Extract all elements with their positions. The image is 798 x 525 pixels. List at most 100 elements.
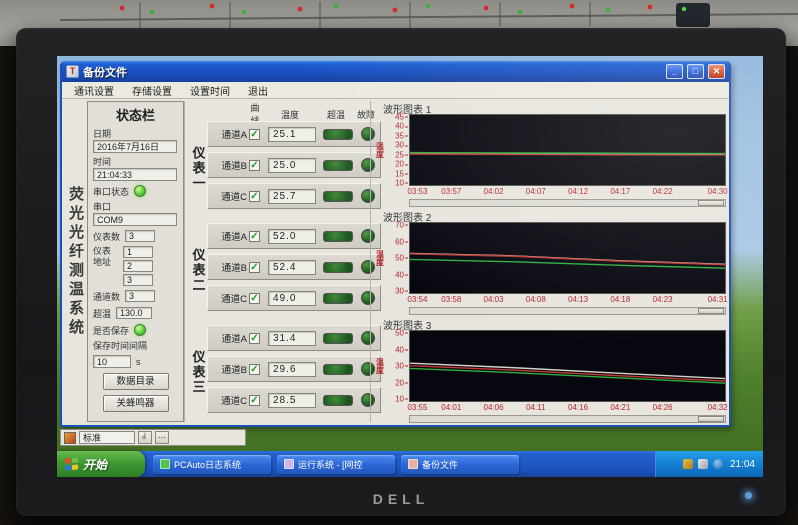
- curve-checkbox[interactable]: ✓: [249, 364, 260, 375]
- channel-row: 通道A✓25.1: [207, 121, 381, 147]
- chart-x-ticks: 03:5303:5704:0204:0704:1204:1704:2204:30: [409, 186, 726, 198]
- x-tick-label: 03:55: [407, 403, 427, 412]
- curve-checkbox[interactable]: ✓: [249, 231, 260, 242]
- chart-y-axis-label-text: 温度: [375, 142, 386, 158]
- taskbar-item-2[interactable]: 备份文件: [401, 455, 519, 474]
- system-vertical-title: 荧光光纤测温系统: [64, 101, 87, 422]
- chart-scrollbar-thumb[interactable]: [698, 200, 724, 206]
- font-selector[interactable]: 标准: [79, 431, 135, 444]
- status-panel-title: 状态栏: [93, 105, 178, 124]
- instrument-address-0[interactable]: 1: [123, 246, 153, 258]
- x-tick-label: 04:26: [653, 403, 673, 412]
- tray-network-icon[interactable]: [683, 459, 693, 469]
- chart-plot-area[interactable]: [409, 330, 726, 402]
- x-tick-label: 04:30: [708, 187, 728, 196]
- curve-checkbox[interactable]: ✓: [249, 191, 260, 202]
- x-tick-label: 03:53: [407, 187, 427, 196]
- series-通道C: [410, 259, 725, 268]
- maximize-button[interactable]: □: [687, 64, 704, 79]
- temperature-display: 25.1: [268, 127, 316, 142]
- charts-column: 波形图表 1温度101520253035404503:5303:5704:020…: [370, 101, 728, 422]
- taskbar-item-icon: [284, 459, 294, 469]
- x-tick-label: 04:17: [610, 187, 630, 196]
- distribute-button[interactable]: ⋯: [155, 431, 169, 444]
- overtemp-led: [323, 191, 353, 202]
- chart-y-axis-label: 温度: [375, 222, 385, 294]
- x-tick-label: 04:06: [484, 403, 504, 412]
- instrument-address-2[interactable]: 3: [123, 274, 153, 286]
- x-tick-label: 04:18: [610, 295, 630, 304]
- chart-plot-area[interactable]: [409, 222, 726, 294]
- windows-logo-icon: [65, 457, 78, 471]
- serial-port-select[interactable]: COM9: [93, 213, 177, 226]
- menu-item-3[interactable]: 退出: [240, 82, 276, 99]
- curve-checkbox[interactable]: ✓: [249, 262, 260, 273]
- chart-scrollbar[interactable]: [409, 199, 726, 207]
- curve-checkbox[interactable]: ✓: [249, 129, 260, 140]
- x-tick-label: 04:31: [708, 295, 728, 304]
- overtemp-setting-value[interactable]: 130.0: [116, 307, 152, 319]
- system-tray: 21:04: [655, 451, 763, 477]
- channel-rows: 通道A✓31.4通道B✓29.6通道C✓28.5: [207, 323, 381, 421]
- overtemp-led: [323, 262, 353, 273]
- monitor-power-led[interactable]: [745, 492, 752, 499]
- minimize-button[interactable]: _: [666, 64, 683, 79]
- chart-main: 温度1015202530354045: [375, 114, 726, 186]
- overtemp-led: [323, 333, 353, 344]
- taskbar-items: PCAuto日志系统 运行系统 - [网控 备份文件: [145, 451, 655, 477]
- chart-scrollbar-thumb[interactable]: [698, 416, 724, 422]
- tray-safety-icon[interactable]: [713, 459, 723, 469]
- x-tick-label: 04:22: [653, 187, 673, 196]
- chart-y-axis-label: 温度: [375, 114, 385, 186]
- tray-volume-icon[interactable]: [698, 459, 708, 469]
- chart-title: 波形图表 3: [375, 317, 726, 330]
- save-toggle-label: 是否保存: [93, 324, 129, 337]
- temperature-display: 52.4: [268, 260, 316, 275]
- x-tick-label: 03:58: [441, 295, 461, 304]
- chart-scrollbar[interactable]: [409, 415, 726, 423]
- channel-row: 通道B✓52.4: [207, 254, 381, 280]
- overtemp-led: [323, 129, 353, 140]
- channel-label: 通道B: [209, 362, 249, 376]
- x-tick-label: 04:08: [526, 295, 546, 304]
- window-titlebar[interactable]: T 备份文件 _ □ ✕: [62, 61, 729, 82]
- waveform-chart-1: 波形图表 1温度101520253035404503:5303:5704:020…: [375, 101, 726, 208]
- menu-item-0[interactable]: 通讯设置: [66, 82, 122, 99]
- taskbar-item-1[interactable]: 运行系统 - [网控: [277, 455, 395, 474]
- instrument-name-label: 仪表二: [189, 248, 208, 293]
- chart-scrollbar-thumb[interactable]: [698, 308, 724, 314]
- channel-label: 通道B: [209, 158, 249, 172]
- chart-plot-area[interactable]: [409, 114, 726, 186]
- taskbar-item-label: 运行系统 - [网控: [298, 458, 363, 471]
- curve-checkbox[interactable]: ✓: [249, 333, 260, 344]
- close-button[interactable]: ✕: [708, 64, 725, 79]
- bottom-toolbar: 标准 ╛ ⋯: [60, 429, 246, 446]
- y-tick-label: 45: [395, 113, 408, 122]
- chart-y-axis-label-text: 温度: [375, 250, 386, 266]
- channel-label: 通道C: [209, 393, 249, 407]
- menu-item-2[interactable]: 设置时间: [182, 82, 238, 99]
- instrument-address-1[interactable]: 2: [123, 260, 153, 272]
- overtemp-setting-label: 超温: [93, 307, 111, 320]
- channel-row: 通道C✓28.5: [207, 387, 381, 413]
- curve-checkbox[interactable]: ✓: [249, 160, 260, 171]
- overtemp-led: [323, 160, 353, 171]
- y-tick-label: 10: [395, 395, 408, 404]
- instrument-name: 仪表一: [189, 119, 207, 217]
- screen: T 备份文件 _ □ ✕ 通讯设置存储设置设置时间退出 荧光光纤测温系统 状态栏…: [57, 56, 763, 477]
- x-tick-label: 04:01: [441, 403, 461, 412]
- menu-item-1[interactable]: 存储设置: [124, 82, 180, 99]
- curve-checkbox[interactable]: ✓: [249, 395, 260, 406]
- temperature-display: 29.6: [268, 362, 316, 377]
- y-tick-label: 60: [395, 237, 408, 246]
- taskbar-item-0[interactable]: PCAuto日志系统: [153, 455, 271, 474]
- channel-row: 通道A✓52.0: [207, 223, 381, 249]
- save-toggle-led[interactable]: [134, 324, 146, 336]
- chart-scrollbar[interactable]: [409, 307, 726, 315]
- save-interval-value[interactable]: 10: [93, 355, 131, 368]
- curve-checkbox[interactable]: ✓: [249, 293, 260, 304]
- data-directory-button[interactable]: 数据目录: [103, 373, 169, 390]
- buzzer-off-button[interactable]: 关蜂鸣器: [103, 395, 169, 412]
- align-button[interactable]: ╛: [138, 431, 152, 444]
- start-button[interactable]: 开始: [57, 451, 145, 477]
